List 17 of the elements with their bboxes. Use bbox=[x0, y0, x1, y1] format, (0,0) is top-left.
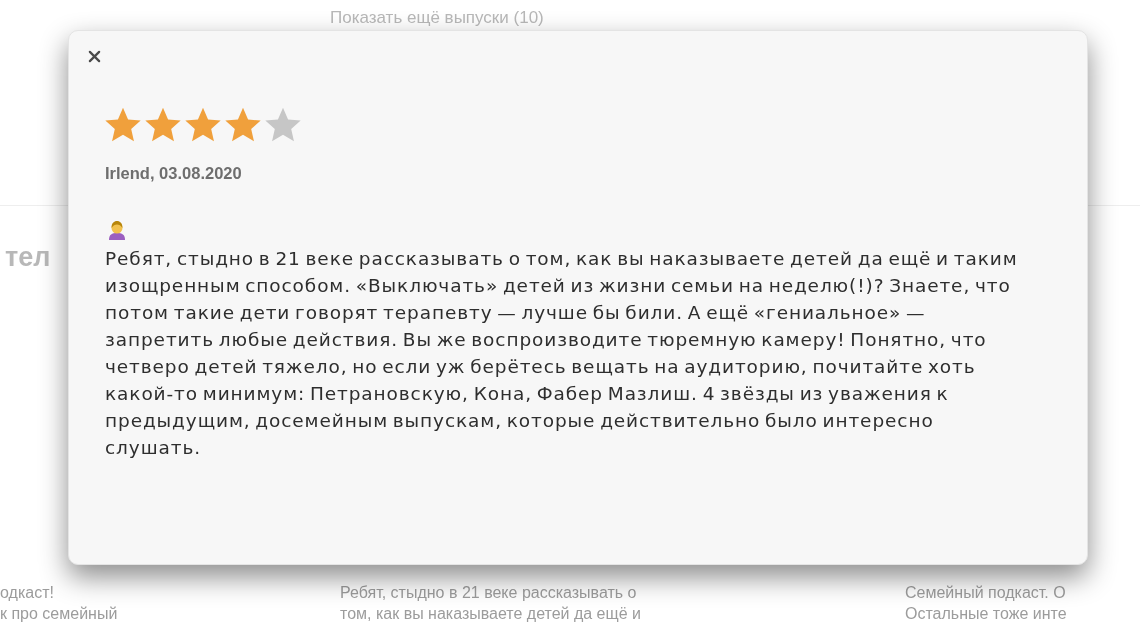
star-icon bbox=[225, 107, 261, 142]
review-preview-text: Остальные тоже инте bbox=[905, 604, 1068, 624]
section-heading: тел bbox=[5, 242, 51, 272]
review-preview-text: к про семейный bbox=[0, 604, 119, 624]
star-icon bbox=[265, 107, 301, 142]
star-icon bbox=[145, 107, 181, 142]
review-preview-text: Ребят, стыдно в 21 веке рассказывать о bbox=[340, 583, 638, 603]
star-icon bbox=[185, 107, 221, 142]
review-preview-text: том, как вы наказываете детей да ещё и bbox=[340, 604, 642, 624]
person-icon bbox=[107, 220, 127, 240]
review-text: Ребят, стыдно в 21 веке рассказывать о том, как вы наказываете детей да ещё и таким изощренным способом. «Выключать» детей из жизни семьи на неделю(!)? Знаете, что потом такие дети говорят терапевту — лучше бы били. А ещё «гениальное» — запретить любые действия. Вы же воспроизводите тюремную камеру! Понятно, что четверо детей тяжело, но если уж берётесь вещать на аудиторию, почитайте хоть какой-то минимум: Петрановскую, Кона, Фабер Мазлиш. 4 звёзды из уважения к предыдущим, досемейным выпускам, которые действительно было интересно слушать. bbox=[105, 247, 1019, 460]
author-date: Irlend, 03.08.2020 bbox=[105, 163, 242, 184]
close-icon bbox=[87, 49, 101, 63]
star-icon bbox=[105, 107, 141, 142]
review-preview-text: Семейный подкаст. О bbox=[905, 583, 1067, 603]
show-more-link[interactable]: Показать ещё выпуски (10) bbox=[330, 8, 544, 27]
review-preview-text: одкаст! bbox=[0, 583, 55, 603]
